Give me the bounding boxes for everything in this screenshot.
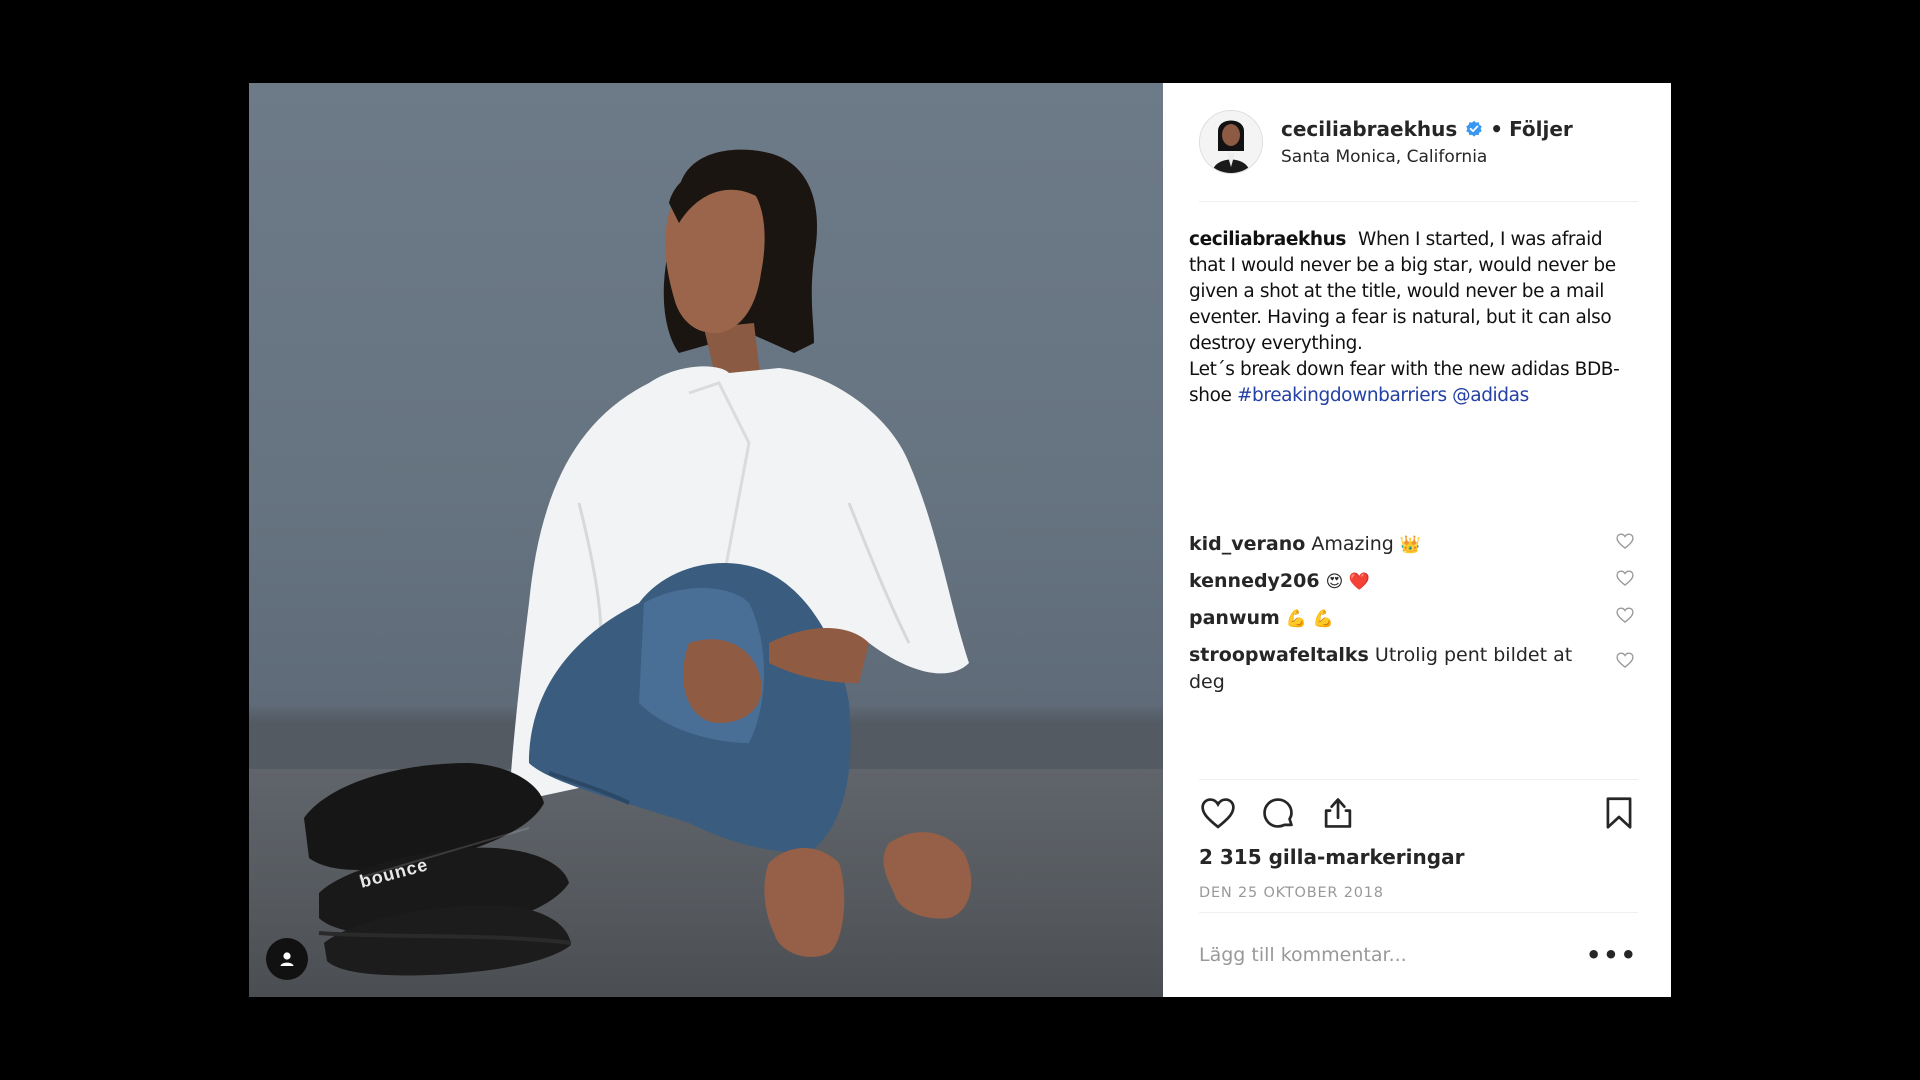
post-date: DEN 25 OKTOBER 2018 — [1199, 885, 1384, 901]
share-icon — [1324, 798, 1352, 828]
header-username[interactable]: ceciliabraekhus — [1281, 117, 1457, 141]
user-tag-icon — [280, 952, 294, 966]
avatar[interactable] — [1199, 110, 1263, 174]
comment-input[interactable] — [1199, 944, 1586, 966]
likes-count[interactable]: 2 315 gilla-markeringar — [1199, 845, 1464, 869]
comment-emoji: 👑 — [1399, 535, 1422, 555]
avatar-image — [1200, 111, 1262, 173]
like-button[interactable] — [1199, 794, 1237, 832]
comment-bubble-icon — [1263, 798, 1293, 828]
photo-scene — [304, 149, 972, 976]
save-button[interactable] — [1600, 794, 1638, 832]
post-caption: ceciliabraekhus When I started, I was afr… — [1189, 227, 1629, 409]
comment-username[interactable]: kennedy206 — [1189, 570, 1320, 592]
comment-item: stroopwafeltalks Utrolig pent bildet at … — [1189, 642, 1635, 697]
comment-username[interactable]: panwum — [1189, 607, 1280, 629]
comment-emoji: 💪 💪 — [1285, 609, 1334, 629]
comment-item: panwum 💪 💪 — [1189, 605, 1635, 633]
instagram-post: bounce ceciliabraekhus • Följer Santa Mo… — [249, 83, 1671, 997]
more-options-button[interactable]: ••• — [1586, 941, 1638, 969]
name-row: ceciliabraekhus • Följer — [1281, 117, 1573, 141]
comment-item: kid_verano Amazing 👑 — [1189, 531, 1635, 559]
comment-text: Amazing — [1311, 533, 1394, 555]
location-link[interactable]: Santa Monica, California — [1281, 147, 1573, 167]
hashtag-link[interactable]: #breakingdownbarriers — [1237, 385, 1447, 406]
add-comment-bar: ••• — [1199, 912, 1638, 997]
verified-badge-icon — [1465, 120, 1483, 138]
share-button[interactable] — [1319, 794, 1357, 832]
comments-list: kid_verano Amazing 👑 kennedy206 😍 ❤️ pan… — [1189, 531, 1635, 706]
mention-link[interactable]: @adidas — [1452, 385, 1529, 406]
comment-button[interactable] — [1259, 794, 1297, 832]
comment-emoji: 😍 ❤️ — [1325, 572, 1370, 592]
post-actions — [1199, 779, 1638, 846]
heart-icon — [1201, 798, 1235, 829]
post-header: ceciliabraekhus • Följer Santa Monica, C… — [1199, 83, 1638, 202]
post-side-panel: ceciliabraekhus • Följer Santa Monica, C… — [1163, 83, 1671, 997]
follow-button[interactable]: Följer — [1509, 117, 1573, 141]
caption-username[interactable]: ceciliabraekhus — [1189, 229, 1346, 250]
comment-like-heart-icon[interactable] — [1615, 568, 1635, 596]
separator-dot: • — [1490, 117, 1504, 141]
comment-username[interactable]: stroopwafeltalks — [1189, 644, 1369, 666]
comment-like-heart-icon[interactable] — [1615, 531, 1635, 559]
comment-username[interactable]: kid_verano — [1189, 533, 1305, 555]
user-tag-button[interactable] — [266, 938, 308, 980]
bookmark-icon — [1606, 797, 1632, 829]
header-text: ceciliabraekhus • Följer Santa Monica, C… — [1281, 117, 1573, 167]
comment-like-heart-icon[interactable] — [1615, 605, 1635, 633]
comment-item: kennedy206 😍 ❤️ — [1189, 568, 1635, 596]
post-photo[interactable]: bounce — [249, 83, 1163, 997]
comment-like-heart-icon[interactable] — [1615, 650, 1635, 678]
